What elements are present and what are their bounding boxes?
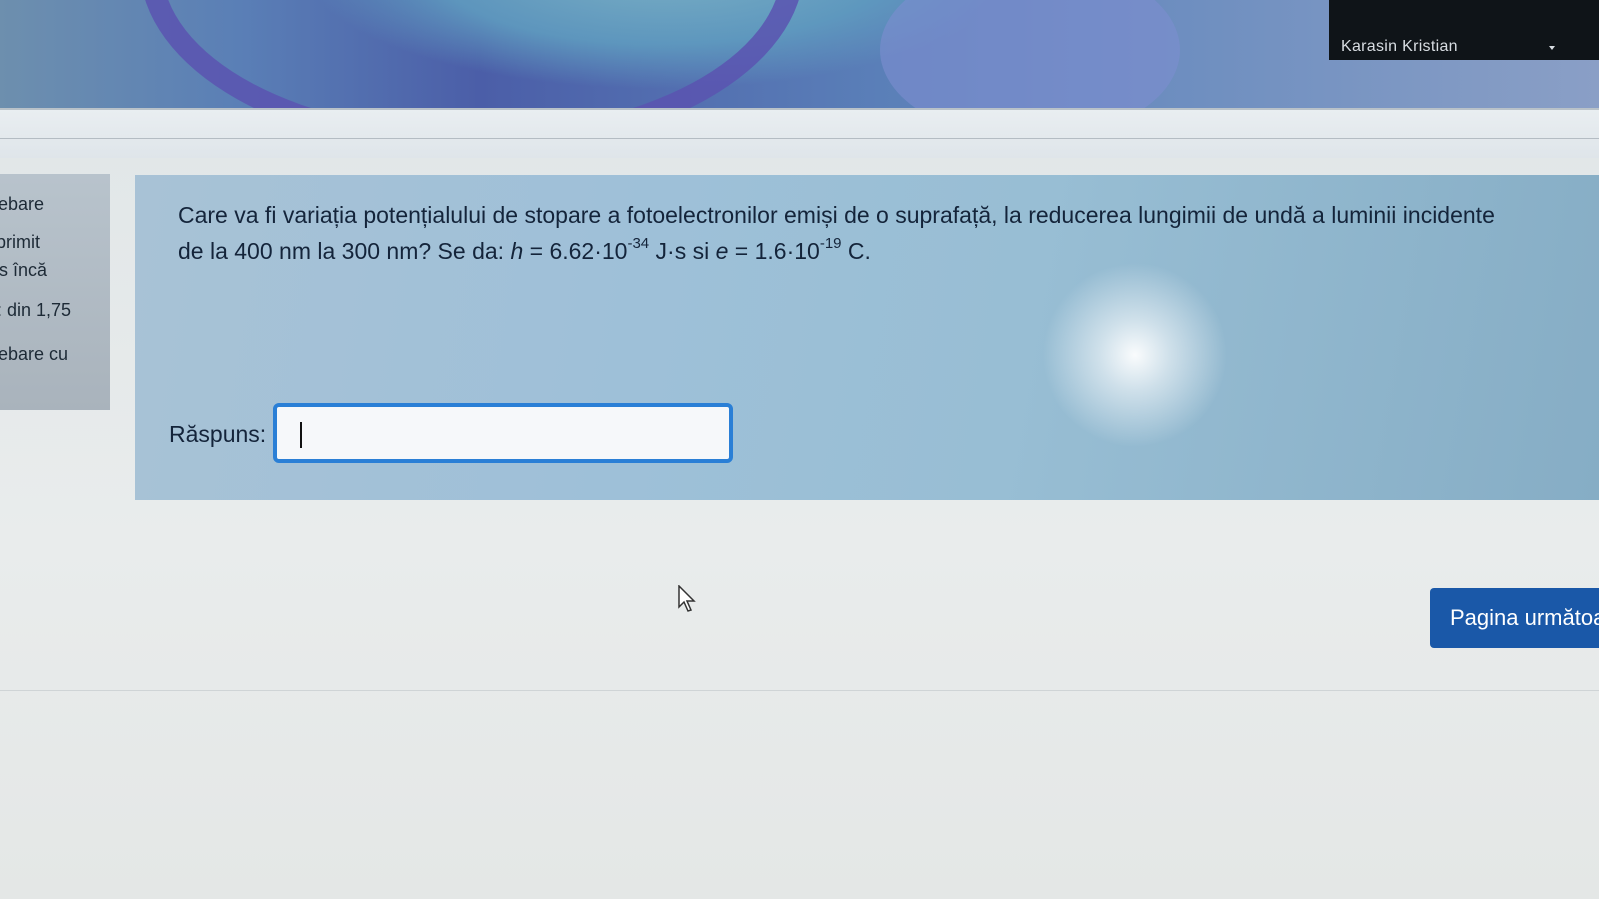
planck-value: = 6.62·10: [523, 238, 628, 264]
flag-question-link[interactable]: ebare cu: [0, 344, 68, 365]
question-info-panel: ebare primit ıs încă : din 1,75 ebare cu: [0, 174, 110, 410]
user-menu[interactable]: Karasin Kristian: [1329, 0, 1599, 60]
question-line-2-text: de la 400 nm la 300 nm? Se da:: [178, 238, 511, 264]
question-info-line: ebare: [0, 194, 45, 214]
mouse-pointer-icon: [678, 585, 696, 612]
question-line-2: de la 400 nm la 300 nm? Se da: h = 6.62·…: [178, 233, 1588, 269]
question-line-1: Care va fi variația potențialului de sto…: [178, 202, 1495, 228]
question-info-line: primit: [0, 232, 40, 252]
charge-unit: C.: [841, 238, 871, 264]
planck-symbol: h: [510, 238, 524, 264]
charge-exponent: -19: [819, 235, 842, 253]
header-decoration-shape: [880, 0, 1180, 108]
question-box: Care va fi variația potențialului de sto…: [135, 175, 1599, 500]
answer-input[interactable]: [273, 403, 733, 463]
divider-line: [0, 138, 1599, 139]
next-page-button[interactable]: Pagina următoare: [1430, 588, 1599, 648]
header-divider: [0, 108, 1599, 158]
user-name[interactable]: Karasin Kristian: [1341, 38, 1458, 56]
answer-label: Răspuns:: [169, 421, 267, 447]
quiz-page: Karasin Kristian ebare primit ıs încă : …: [0, 0, 1599, 899]
planck-exponent: -34: [627, 235, 650, 253]
text-cursor: [300, 422, 302, 448]
caret-down-icon[interactable]: [1549, 46, 1555, 50]
question-info-line: ıs încă: [0, 260, 48, 280]
screen-glare: [1035, 255, 1235, 455]
header-decoration-arc: [140, 0, 804, 108]
planck-unit: J·s si: [649, 238, 716, 264]
charge-symbol: e: [715, 238, 729, 264]
charge-value: = 1.6·10: [728, 238, 820, 264]
footer-divider: [0, 690, 1599, 691]
question-text: Care va fi variația potențialului de sto…: [178, 197, 1588, 269]
page-header-banner: Karasin Kristian: [0, 0, 1599, 108]
question-info-line: : din 1,75: [0, 300, 72, 320]
